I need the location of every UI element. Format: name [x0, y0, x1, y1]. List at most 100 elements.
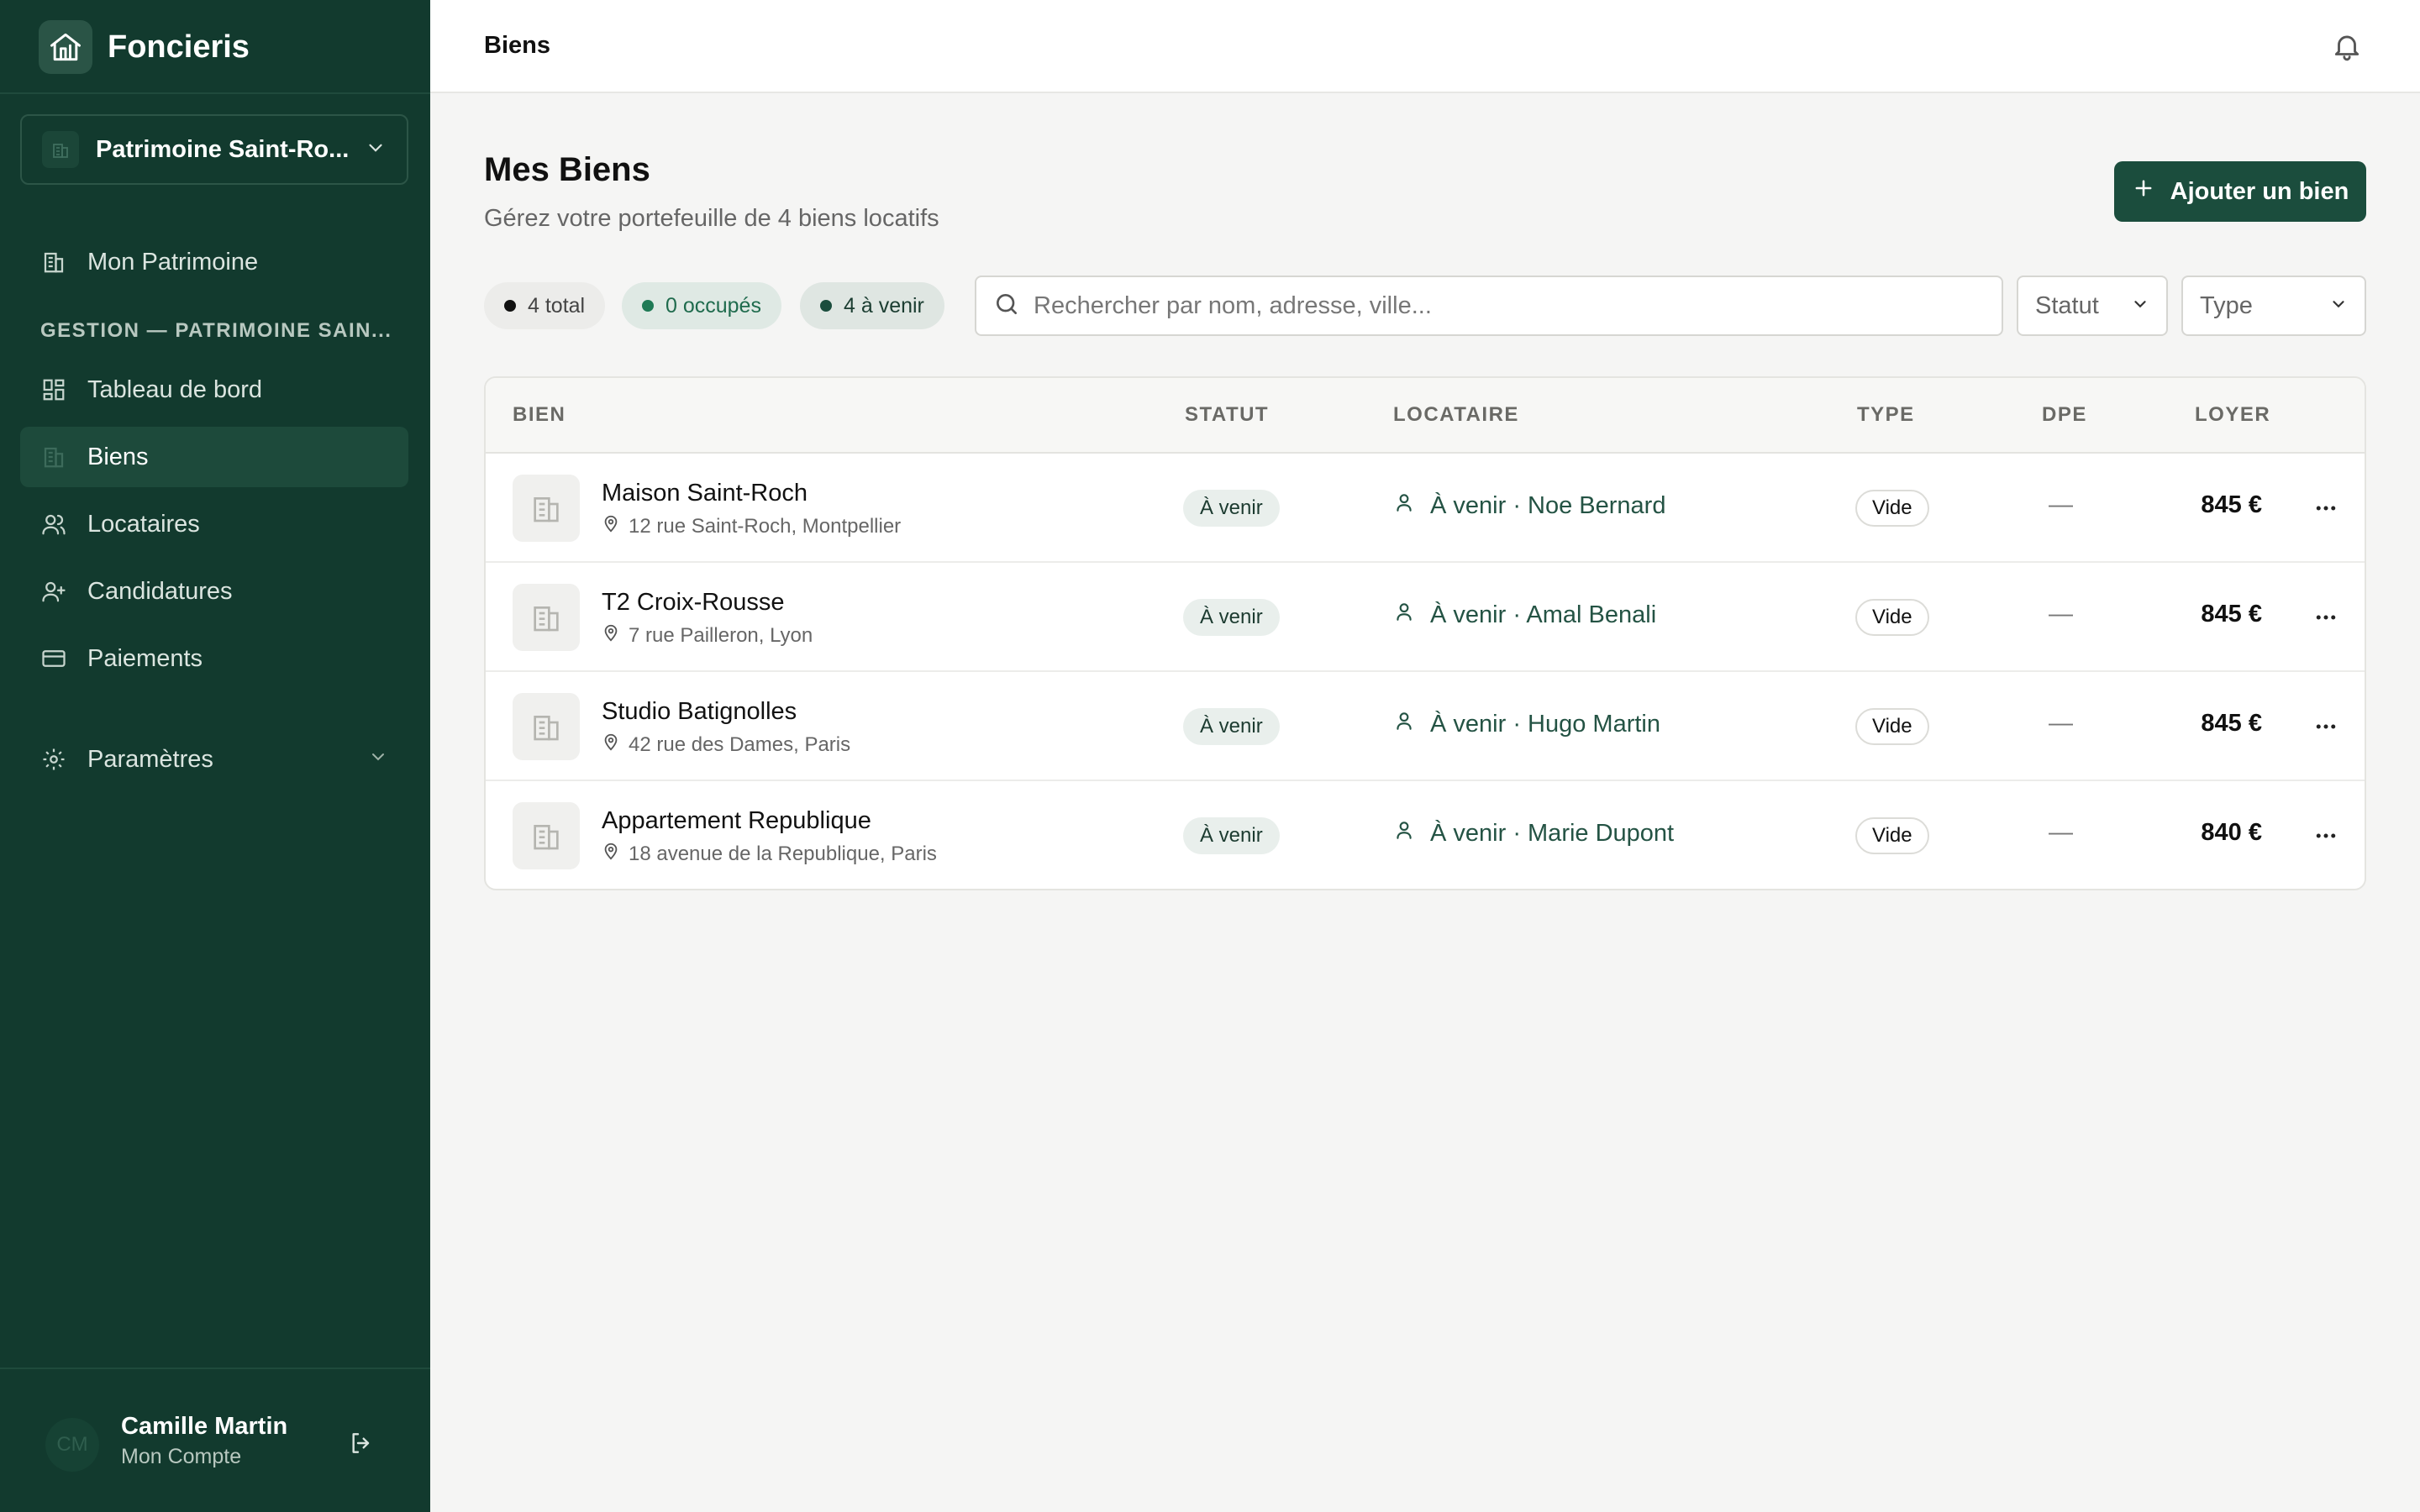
chip-label: 4 à venir: [844, 293, 924, 318]
dpe-value: —: [2049, 819, 2073, 846]
column-header[interactable]: LOCATAIRE: [1393, 403, 1519, 427]
type-select-value: Type: [2200, 291, 2253, 319]
breadcrumb: Biens: [484, 32, 550, 59]
rent-value: 845 €: [2201, 491, 2262, 518]
sidebar-item-mon-patrimoine[interactable]: Mon Patrimoine: [20, 232, 408, 292]
property-address: 42 rue des Dames, Paris: [602, 732, 850, 757]
column-header[interactable]: STATUT: [1185, 403, 1269, 427]
tenant-cell: À venir · Noe Bernard: [1393, 491, 1665, 520]
user-subtitle: Mon Compte: [121, 1445, 242, 1468]
column-header[interactable]: DPE: [2042, 403, 2087, 427]
filter-chip-total[interactable]: 4 total: [484, 282, 606, 329]
building-icon: [513, 584, 580, 651]
user-name: Camille Martin: [121, 1413, 288, 1440]
property-address: 12 rue Saint-Roch, Montpellier: [602, 514, 901, 538]
tenant-text: À venir · Amal Benali: [1430, 601, 1657, 628]
building-icon: [42, 131, 79, 168]
sidebar-item-candidatures[interactable]: Candidatures: [20, 561, 408, 622]
plus-icon: [2132, 176, 2155, 207]
status-badge: À venir: [1183, 599, 1280, 636]
sidebar-item-label: Locataires: [87, 510, 200, 538]
more-options-icon[interactable]: [2309, 819, 2343, 853]
brand[interactable]: Foncieris: [39, 20, 250, 74]
user-icon: [1393, 601, 1415, 629]
table-row[interactable]: Maison Saint-Roch 12 rue Saint-Roch, Mon…: [486, 454, 2365, 563]
type-badge: Vide: [1855, 599, 1929, 636]
rent-value: 840 €: [2201, 819, 2262, 846]
sidebar-item-paiements[interactable]: Paiements: [20, 628, 408, 689]
sidebar-item-label: Tableau de bord: [87, 375, 262, 403]
user-icon: [1393, 491, 1415, 520]
property-name: Maison Saint-Roch: [602, 480, 808, 507]
property-name: Studio Batignolles: [602, 698, 797, 725]
divider: [0, 92, 430, 94]
search-input[interactable]: [1034, 291, 1985, 320]
type-select[interactable]: Type: [2181, 276, 2366, 336]
dpe-value: —: [2049, 710, 2073, 737]
sidebar-item-locataires[interactable]: Locataires: [20, 494, 408, 554]
dashboard-icon: [40, 376, 67, 403]
sidebar: Foncieris Patrimoine Saint-Ro... Mon Pat…: [0, 0, 430, 1512]
building-icon: [513, 802, 580, 869]
table-header: BIEN STATUT LOCATAIRE TYPE DPE LOYER: [486, 378, 2365, 454]
add-property-button[interactable]: Ajouter un bien: [2114, 161, 2366, 222]
column-header[interactable]: BIEN: [513, 403, 566, 427]
more-options-icon[interactable]: [2309, 491, 2343, 525]
card-icon: [40, 645, 67, 672]
map-pin-icon: [602, 732, 620, 757]
address-text: 12 rue Saint-Roch, Montpellier: [629, 514, 902, 538]
table-row[interactable]: Appartement Republique 18 avenue de la R…: [486, 781, 2365, 889]
sidebar-item-label: Candidatures: [87, 577, 233, 605]
type-badge: Vide: [1855, 490, 1929, 527]
chevron-down-icon: [365, 137, 387, 163]
status-select[interactable]: Statut: [2017, 276, 2168, 336]
sidebar-item-tableau-de-bord[interactable]: Tableau de bord: [20, 360, 408, 420]
sidebar-item-parametres[interactable]: Paramètres: [20, 729, 408, 790]
chevron-down-icon: [368, 746, 388, 774]
search-box[interactable]: [975, 276, 2003, 336]
property-address: 7 rue Pailleron, Lyon: [602, 623, 813, 648]
status-badge: À venir: [1183, 817, 1280, 854]
gear-icon: [40, 746, 67, 773]
column-header[interactable]: TYPE: [1857, 403, 1915, 427]
logout-icon[interactable]: [345, 1426, 378, 1460]
bell-icon[interactable]: [2328, 27, 2366, 66]
map-pin-icon: [602, 623, 620, 648]
properties-table: BIEN STATUT LOCATAIRE TYPE DPE LOYER Mai…: [484, 376, 2366, 890]
tenant-cell: À venir · Hugo Martin: [1393, 710, 1660, 738]
user-icon: [1393, 819, 1415, 848]
rent-value: 845 €: [2201, 710, 2262, 737]
rent-value: 845 €: [2201, 601, 2262, 627]
workspace-selector[interactable]: Patrimoine Saint-Ro...: [20, 114, 408, 185]
type-badge: Vide: [1855, 708, 1929, 745]
filter-chip-occupied[interactable]: 0 occupés: [622, 282, 781, 329]
column-header[interactable]: LOYER: [2195, 403, 2270, 427]
sidebar-item-label: Paramètres: [87, 745, 213, 773]
chevron-down-icon: [2131, 292, 2149, 320]
dot-icon: [504, 300, 516, 312]
search-icon: [993, 291, 1020, 322]
more-options-icon[interactable]: [2309, 710, 2343, 743]
tenant-text: À venir · Hugo Martin: [1430, 710, 1660, 738]
building-icon: [513, 475, 580, 542]
type-badge: Vide: [1855, 817, 1929, 854]
address-text: 42 rue des Dames, Paris: [629, 732, 851, 756]
map-pin-icon: [602, 514, 620, 538]
sidebar-item-biens[interactable]: Biens: [20, 427, 408, 487]
user-icon: [1393, 710, 1415, 738]
workspace-name: Patrimoine Saint-Ro...: [96, 135, 348, 163]
property-address: 18 avenue de la Republique, Paris: [602, 842, 937, 866]
house-logo-icon: [39, 20, 92, 74]
tenant-cell: À venir · Amal Benali: [1393, 601, 1656, 629]
building-icon: [40, 444, 67, 470]
chevron-down-icon: [2329, 292, 2348, 320]
table-row[interactable]: T2 Croix-Rousse 7 rue Pailleron, Lyon À …: [486, 563, 2365, 672]
dot-icon: [642, 300, 654, 312]
divider: [0, 1368, 430, 1369]
more-options-icon[interactable]: [2309, 601, 2343, 634]
chip-label: 0 occupés: [666, 293, 761, 318]
dpe-value: —: [2049, 491, 2073, 518]
nav-section-label: GESTION — PATRIMOINE SAIN...: [40, 319, 392, 342]
table-row[interactable]: Studio Batignolles 42 rue des Dames, Par…: [486, 672, 2365, 781]
filter-chip-upcoming[interactable]: 4 à venir: [800, 282, 944, 329]
